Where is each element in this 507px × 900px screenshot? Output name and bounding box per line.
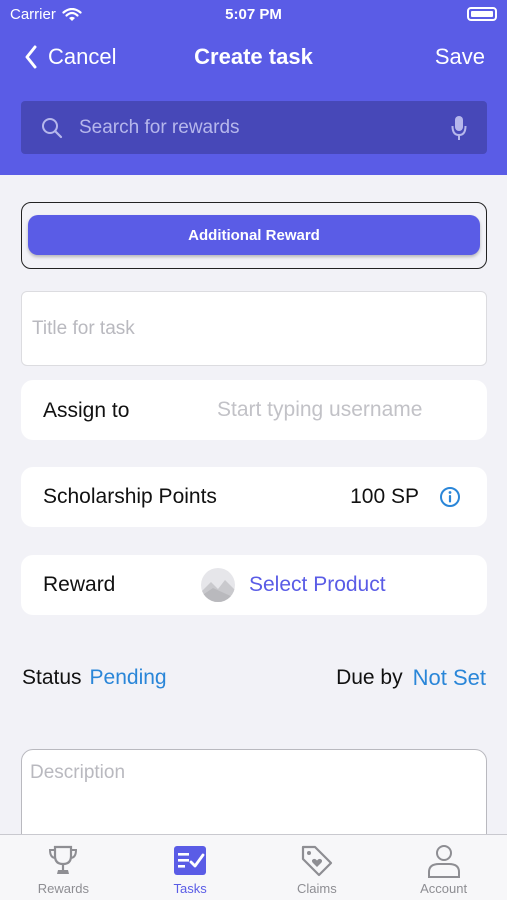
search-input[interactable]: Search for rewards bbox=[79, 117, 451, 139]
nav-bar: Cancel Create task Save bbox=[0, 40, 507, 78]
microphone-icon[interactable] bbox=[451, 115, 467, 141]
cancel-button[interactable]: Cancel bbox=[24, 44, 116, 70]
status-bar: Carrier 5:07 PM bbox=[0, 0, 507, 32]
username-input[interactable]: Start typing username bbox=[217, 398, 422, 422]
tag-heart-icon bbox=[301, 845, 332, 877]
info-icon[interactable] bbox=[439, 486, 461, 508]
search-icon bbox=[42, 117, 63, 138]
save-button[interactable]: Save bbox=[435, 44, 485, 70]
search-bar[interactable]: Search for rewards bbox=[21, 101, 487, 154]
tab-tasks-label: Tasks bbox=[173, 881, 207, 896]
tasks-checklist-icon bbox=[174, 846, 207, 875]
tab-bar: Rewards Tasks Claims Account bbox=[0, 834, 507, 900]
due-date-value[interactable]: Not Set bbox=[413, 665, 486, 691]
product-placeholder-icon bbox=[201, 568, 235, 602]
assign-row[interactable]: Assign to Start typing username bbox=[21, 380, 487, 440]
task-title-input[interactable]: Title for task bbox=[21, 291, 487, 366]
additional-reward-button[interactable]: Additional Reward bbox=[28, 215, 480, 255]
reward-type-segment: Additional Reward bbox=[21, 202, 487, 269]
person-icon bbox=[427, 845, 460, 878]
reward-row[interactable]: Reward Select Product bbox=[21, 555, 487, 615]
clock: 5:07 PM bbox=[225, 6, 282, 23]
tab-tasks[interactable]: Tasks bbox=[127, 835, 254, 900]
reward-label: Reward bbox=[43, 573, 116, 596]
cancel-label: Cancel bbox=[48, 44, 117, 69]
status-label: Status bbox=[22, 666, 82, 689]
tab-claims[interactable]: Claims bbox=[254, 835, 381, 900]
scholarship-points-row: Scholarship Points 100 SP bbox=[21, 467, 487, 527]
trophy-icon bbox=[49, 845, 78, 874]
status-due-row: Status Pending Due by Not Set bbox=[22, 665, 486, 691]
assign-label: Assign to bbox=[43, 398, 130, 422]
tab-rewards[interactable]: Rewards bbox=[0, 835, 127, 900]
status-value[interactable]: Pending bbox=[90, 666, 167, 690]
tab-rewards-label: Rewards bbox=[37, 881, 90, 896]
tab-account-label: Account bbox=[420, 881, 468, 896]
tab-account[interactable]: Account bbox=[380, 835, 507, 900]
due-label: Due by bbox=[336, 666, 403, 689]
battery-icon bbox=[467, 7, 497, 21]
chevron-left-icon bbox=[25, 45, 37, 69]
tab-claims-label: Claims bbox=[297, 881, 337, 896]
header: Carrier 5:07 PM Cancel Create task Save … bbox=[0, 0, 507, 175]
points-value[interactable]: 100 SP bbox=[350, 485, 419, 509]
select-product-link[interactable]: Select Product bbox=[249, 573, 386, 597]
points-label: Scholarship Points bbox=[43, 485, 217, 508]
